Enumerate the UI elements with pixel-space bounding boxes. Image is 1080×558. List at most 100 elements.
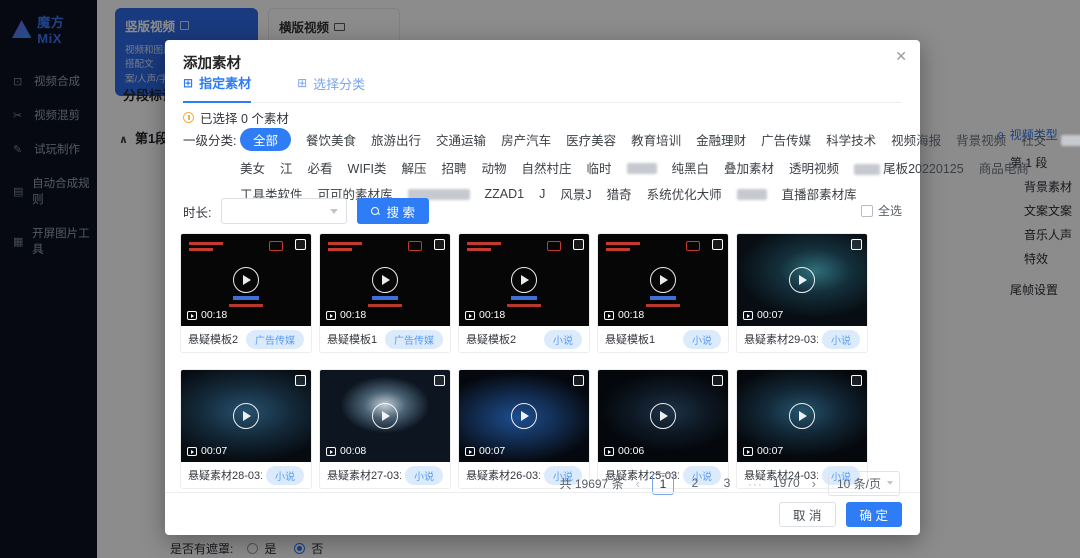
category-chip[interactable]: 临时 bbox=[587, 158, 612, 177]
selected-count-row: 已选择 0 个素材 bbox=[183, 108, 289, 127]
category-chip[interactable]: 江 bbox=[280, 158, 293, 177]
category-chip[interactable]: 社交 bbox=[1021, 130, 1046, 149]
info-circle-icon bbox=[183, 112, 194, 123]
play-icon[interactable] bbox=[511, 267, 537, 293]
play-icon[interactable] bbox=[789, 403, 815, 429]
category-chip[interactable]: 视频海报 bbox=[891, 130, 941, 149]
category-chip[interactable]: 动物 bbox=[481, 158, 506, 177]
category-chip[interactable]: 透明视频 bbox=[789, 158, 839, 177]
material-card[interactable]: 00:07悬疑素材29-0315小说 bbox=[736, 233, 868, 353]
category-chip-redacted[interactable] bbox=[737, 187, 767, 201]
play-icon[interactable] bbox=[233, 403, 259, 429]
play-icon[interactable] bbox=[650, 403, 676, 429]
card-checkbox[interactable] bbox=[295, 375, 306, 386]
material-card[interactable]: 00:18悬疑模板1小说 bbox=[597, 233, 729, 353]
select-all-label: 全选 bbox=[878, 202, 902, 219]
material-card[interactable]: 00:18悬疑模板2广告传媒 bbox=[180, 233, 312, 353]
material-card[interactable]: 00:18悬疑模板1广告传媒 bbox=[319, 233, 451, 353]
page-ellipsis: ··· bbox=[748, 477, 763, 491]
category-chip[interactable]: 金融理财 bbox=[696, 130, 746, 149]
tab-choose-category[interactable]: ⊞选择分类 bbox=[297, 73, 365, 102]
play-icon[interactable] bbox=[372, 267, 398, 293]
category-chip[interactable]: 商品电商 bbox=[979, 158, 1029, 177]
duration-text: 00:18 bbox=[340, 309, 366, 321]
card-checkbox[interactable] bbox=[712, 239, 723, 250]
play-icon[interactable] bbox=[511, 403, 537, 429]
video-thumbnail[interactable]: 00:08 bbox=[320, 370, 450, 462]
chevron-down-icon bbox=[887, 481, 893, 485]
video-thumbnail[interactable]: 00:18 bbox=[598, 234, 728, 326]
category-chip[interactable]: 美女 bbox=[240, 158, 265, 177]
select-all-checkbox[interactable] bbox=[861, 205, 873, 217]
video-thumbnail[interactable]: 00:18 bbox=[459, 234, 589, 326]
material-name: 悬疑素材29-0315 bbox=[744, 331, 818, 347]
close-icon[interactable]: ✕ bbox=[895, 48, 907, 65]
card-checkbox[interactable] bbox=[712, 375, 723, 386]
play-icon[interactable] bbox=[233, 267, 259, 293]
category-chip[interactable]: 纯黑白 bbox=[672, 158, 710, 177]
category-chip[interactable]: 招聘 bbox=[441, 158, 466, 177]
play-icon[interactable] bbox=[372, 403, 398, 429]
category-chip[interactable]: 猎奇 bbox=[607, 184, 632, 203]
next-page-icon[interactable]: › bbox=[810, 476, 818, 491]
tab-assign-material[interactable]: ⊞指定素材 bbox=[183, 73, 251, 103]
card-checkbox[interactable] bbox=[851, 239, 862, 250]
material-card[interactable]: 00:07 悬疑素材28-0315小说 bbox=[180, 369, 312, 489]
category-chip[interactable]: 尾板20220125 bbox=[854, 158, 964, 177]
category-chip[interactable]: 叠加素材 bbox=[724, 158, 774, 177]
card-checkbox[interactable] bbox=[573, 239, 584, 250]
category-chip[interactable]: ZZAD1 bbox=[485, 187, 525, 201]
category-chip[interactable]: 餐饮美食 bbox=[306, 130, 356, 149]
category-chip[interactable]: 直播部素材库 bbox=[782, 184, 857, 203]
thumb-decor bbox=[507, 304, 541, 307]
duration-badge: 00:18 bbox=[187, 309, 227, 321]
video-thumbnail[interactable]: 00:07 bbox=[459, 370, 589, 462]
category-chip[interactable]: 教育培训 bbox=[631, 130, 681, 149]
category-chip[interactable]: 房产汽车 bbox=[501, 130, 551, 149]
duration-badge: 00:07 bbox=[187, 445, 227, 457]
category-chip[interactable]: 必看 bbox=[308, 158, 333, 177]
duration-text: 00:18 bbox=[201, 309, 227, 321]
card-meta: 悬疑素材27-0316小说 bbox=[320, 462, 450, 488]
category-chip[interactable]: 科学技术 bbox=[826, 130, 876, 149]
video-thumbnail[interactable]: 00:18 bbox=[181, 234, 311, 326]
category-chip[interactable]: 解压 bbox=[401, 158, 426, 177]
category-chip[interactable]: 背景视频 bbox=[956, 130, 1006, 149]
card-checkbox[interactable] bbox=[573, 375, 584, 386]
category-chip-redacted[interactable] bbox=[627, 161, 657, 175]
category-chip[interactable]: 全部 bbox=[240, 128, 291, 151]
duration-select[interactable] bbox=[221, 198, 347, 224]
select-all[interactable]: 全选 bbox=[861, 202, 902, 219]
video-thumbnail[interactable]: 00:06 bbox=[598, 370, 728, 462]
card-checkbox[interactable] bbox=[434, 375, 445, 386]
card-checkbox[interactable] bbox=[851, 375, 862, 386]
card-checkbox[interactable] bbox=[434, 239, 445, 250]
category-chip[interactable]: 医疗美容 bbox=[566, 130, 616, 149]
video-thumbnail[interactable]: 00:18 bbox=[320, 234, 450, 326]
video-thumbnail[interactable]: 00:07 bbox=[737, 234, 867, 326]
category-chip-redacted[interactable] bbox=[1061, 133, 1080, 147]
thumb-decor bbox=[372, 296, 398, 300]
category-chip[interactable]: J bbox=[539, 187, 545, 201]
material-card[interactable]: 00:18悬疑模板2小说 bbox=[458, 233, 590, 353]
category-chip[interactable]: 旅游出行 bbox=[371, 130, 421, 149]
search-button[interactable]: 搜 索 bbox=[357, 198, 428, 224]
video-thumbnail[interactable]: 00:07 bbox=[181, 370, 311, 462]
category-chip[interactable]: 系统优化大师 bbox=[647, 184, 722, 203]
play-icon[interactable] bbox=[789, 267, 815, 293]
material-card[interactable]: 00:08悬疑素材27-0316小说 bbox=[319, 369, 451, 489]
cancel-button[interactable]: 取 消 bbox=[779, 502, 835, 527]
video-thumbnail[interactable]: 00:07 bbox=[737, 370, 867, 462]
card-meta: 悬疑素材28-0315小说 bbox=[181, 462, 311, 488]
thumb-decor bbox=[233, 296, 259, 300]
category-chip[interactable]: 广告传媒 bbox=[761, 130, 811, 149]
play-icon[interactable] bbox=[650, 267, 676, 293]
thumb-decor bbox=[606, 242, 640, 245]
category-chip[interactable]: 风景J bbox=[560, 184, 591, 203]
card-checkbox[interactable] bbox=[295, 239, 306, 250]
confirm-button[interactable]: 确 定 bbox=[846, 502, 902, 527]
category-chip[interactable]: 自然村庄 bbox=[521, 158, 571, 177]
prev-page-icon[interactable]: ‹ bbox=[634, 476, 642, 491]
category-chip[interactable]: 交通运输 bbox=[436, 130, 486, 149]
category-chip[interactable]: WIFI类 bbox=[348, 158, 387, 177]
